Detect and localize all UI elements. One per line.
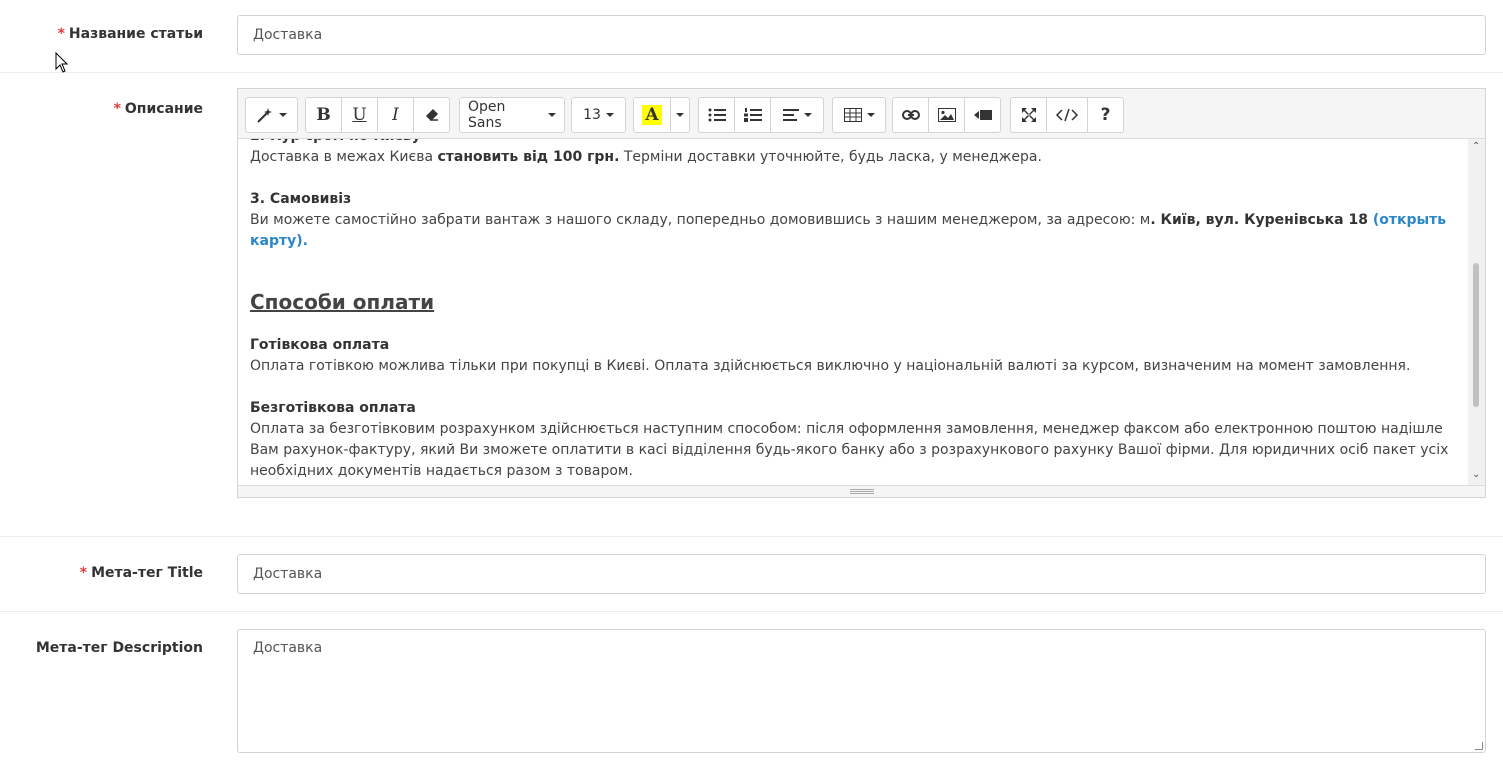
scroll-up-icon[interactable]: ⌃ [1472, 142, 1480, 152]
pickup-heading: 3. Самовивіз [250, 191, 352, 207]
cashless-text: Оплата за безготівковим розрахунком здій… [250, 421, 1449, 479]
help-button[interactable]: ? [1087, 97, 1124, 133]
divider [0, 536, 1503, 537]
font-format-group: B U I [305, 97, 450, 133]
meta-title-input[interactable]: Доставка [237, 554, 1486, 594]
highlight-color-button[interactable]: A [633, 97, 671, 133]
insert-image-button[interactable] [928, 97, 965, 133]
fullscreen-icon [1021, 108, 1036, 122]
paragraph-align-dropdown[interactable] [770, 97, 824, 133]
insert-group [892, 97, 1001, 133]
style-group [245, 97, 298, 133]
meta-title-label: * Мета-тег Title [79, 565, 203, 581]
font-size-dropdown[interactable]: 13 [571, 97, 626, 133]
unordered-list-button[interactable] [698, 97, 735, 133]
unordered-list-icon [708, 108, 726, 122]
link-icon [901, 110, 920, 120]
italic-button[interactable]: I [377, 97, 414, 133]
editor-toolbar: B U I Open Sans 13 A ? [238, 89, 1485, 139]
cashless-heading: Безготівкова оплата [250, 400, 416, 416]
font-name-dropdown[interactable]: Open Sans [459, 97, 565, 133]
partial-line: 2. Кур'єром по Києву [250, 139, 1456, 147]
mouse-cursor-icon [55, 52, 69, 73]
title-input[interactable]: Доставка [237, 15, 1486, 55]
clear-format-button[interactable] [413, 97, 450, 133]
rich-text-editor[interactable]: B U I Open Sans 13 A ? Доставка в межах … [237, 88, 1486, 498]
paragraph-group [698, 97, 824, 133]
table-dropdown[interactable] [832, 97, 886, 133]
editor-content[interactable]: 2. Кур'єром по Києву Доставка в межах Ки… [238, 139, 1468, 485]
scrollbar-thumb[interactable] [1473, 263, 1479, 407]
magic-wand-icon [257, 108, 272, 123]
description-label: * Описание [113, 101, 203, 117]
table-icon [843, 108, 862, 122]
highlight-icon: A [642, 105, 662, 125]
scroll-down-icon[interactable]: ⌄ [1472, 470, 1480, 480]
ordered-list-button[interactable] [734, 97, 771, 133]
font-name-group: Open Sans [459, 97, 565, 133]
bold-button[interactable]: B [305, 97, 342, 133]
help-icon: ? [1100, 105, 1111, 125]
divider [0, 611, 1503, 612]
table-group [832, 97, 886, 133]
meta-description-label: Мета-тег Description [35, 640, 203, 656]
insert-link-button[interactable] [892, 97, 929, 133]
pickup-text: Ви можете самостійно забрати вантаж з на… [250, 212, 1447, 249]
font-size-group: 13 [571, 97, 626, 133]
payment-heading: Способи оплати [250, 290, 435, 314]
color-group: A [633, 97, 690, 133]
misc-group: ? [1010, 97, 1124, 133]
resize-handle-icon[interactable] [1475, 742, 1483, 750]
ordered-list-icon [743, 108, 762, 122]
kyiv-delivery-text: Доставка в межах Києва становить від 100… [250, 149, 1042, 165]
fullscreen-button[interactable] [1010, 97, 1047, 133]
cash-text: Оплата готівкою можлива тільки при покуп… [250, 358, 1411, 374]
editor-resize-bar[interactable] [238, 485, 1485, 497]
align-left-icon [782, 109, 799, 121]
video-icon [973, 110, 992, 120]
resize-grip-icon [850, 489, 874, 494]
editor-scrollbar[interactable]: ⌃ ⌄ [1468, 139, 1485, 485]
image-icon [937, 108, 956, 122]
insert-video-button[interactable] [964, 97, 1001, 133]
underline-button[interactable]: U [341, 97, 378, 133]
cash-heading: Готівкова оплата [250, 337, 390, 353]
title-label: * Название статьи [57, 26, 203, 42]
divider [0, 72, 1503, 73]
highlight-color-dropdown[interactable] [670, 97, 690, 133]
code-icon [1055, 108, 1079, 122]
meta-description-textarea[interactable]: Доставка [237, 629, 1486, 753]
eraser-icon [425, 109, 438, 121]
magic-style-button[interactable] [245, 97, 298, 133]
code-view-button[interactable] [1046, 97, 1088, 133]
